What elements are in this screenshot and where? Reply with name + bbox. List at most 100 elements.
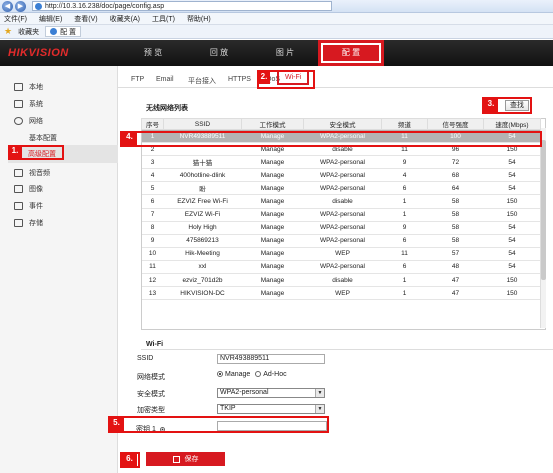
table-row[interactable]: 12 ezviz_701d2b Manage disable 1 47 150 <box>141 273 541 288</box>
cell-work-mode: Manage <box>241 208 304 222</box>
cell-signal: 58 <box>427 208 484 222</box>
save-icon <box>172 455 180 463</box>
annotation-box-4 <box>120 131 542 147</box>
table-row[interactable]: 11 xxl Manage WPA2-personal 6 48 54 <box>141 260 541 275</box>
sidebar-item-basic-config[interactable]: 基本配置 <box>29 133 57 143</box>
security-mode-label: 安全模式 <box>137 391 165 398</box>
annotation-box-6 <box>120 452 140 468</box>
cell-signal: 58 <box>427 234 484 248</box>
annotation-box-3 <box>482 97 532 114</box>
encryption-type-select[interactable]: TKIP ▼ <box>217 404 325 414</box>
cell-signal: 58 <box>427 221 484 235</box>
tab-platform-access[interactable]: 平台接入 <box>188 76 216 86</box>
cell-work-mode: Manage <box>241 247 304 261</box>
sidebar-item-system[interactable]: 系统 <box>14 99 43 109</box>
save-button[interactable]: 保存 <box>146 452 225 466</box>
browser-address-bar-row: ◀ ▶ http://10.3.16.238/doc/page/config.a… <box>0 0 553 13</box>
cell-ssid: HIKVISION-DC <box>163 286 242 301</box>
cell-security-mode: disable <box>303 194 382 209</box>
sidebar-item-network[interactable]: 网络 <box>14 116 43 126</box>
browser-tab[interactable]: 配 置 <box>45 26 82 37</box>
col-work-mode: 工作模式 <box>241 118 304 130</box>
table-row[interactable]: 5 盼 Manage WPA2-personal 6 64 54 <box>141 181 541 196</box>
security-mode-value: WPA2-personal <box>220 389 269 396</box>
table-row[interactable]: 8 Holy High Manage WPA2-personal 9 58 54 <box>141 221 541 235</box>
favorites-button[interactable]: 收藏夹 <box>18 27 39 37</box>
table-row[interactable]: 10 Hik-Meeting Manage WEP 11 57 54 <box>141 247 541 261</box>
encryption-type-label: 加密类型 <box>137 407 165 414</box>
cell-index: 5 <box>141 181 164 196</box>
sidebar-item-local[interactable]: 本地 <box>14 82 43 92</box>
ssid-input[interactable]: NVR493889511 <box>217 354 325 364</box>
sidebar-item-event[interactable]: 事件 <box>14 201 43 211</box>
table-header: 序号 SSID 工作模式 安全模式 频道 信号强度 速度(Mbps) <box>141 118 541 130</box>
cell-work-mode: Manage <box>241 221 304 235</box>
table-row[interactable]: 7 EZVIZ Wi-Fi Manage WPA2-personal 1 58 150 <box>141 208 541 222</box>
cell-signal: 47 <box>427 286 484 301</box>
cell-work-mode: Manage <box>241 168 304 183</box>
cell-index: 13 <box>141 286 164 301</box>
cell-work-mode: Manage <box>241 260 304 275</box>
menu-file[interactable]: 文件(F) <box>4 14 27 24</box>
cell-work-mode: Manage <box>241 273 304 288</box>
tab-preview[interactable]: 预 览 <box>120 40 186 66</box>
table-row[interactable]: 3 猫十猫 Manage WPA2-personal 9 72 54 <box>141 155 541 170</box>
cell-ssid: ezviz_701d2b <box>163 273 242 288</box>
table-row[interactable]: 9 475869213 Manage WPA2-personal 6 58 54 <box>141 234 541 248</box>
cell-channel: 6 <box>381 181 428 196</box>
sidebar-item-label: 系统 <box>29 101 43 108</box>
tab-email[interactable]: Email <box>156 76 174 83</box>
sidebar-item-video-audio[interactable]: 视音频 <box>14 168 50 178</box>
address-url: http://10.3.16.238/doc/page/config.asp <box>45 2 165 10</box>
table-row[interactable]: 13 HIKVISION-DC Manage WEP 1 47 150 <box>141 286 541 301</box>
cell-signal: 48 <box>427 260 484 275</box>
cell-ssid: Holy High <box>163 221 242 235</box>
cell-speed: 150 <box>483 208 541 222</box>
cell-ssid: 猫十猫 <box>163 155 242 170</box>
subtab-divider <box>118 87 553 88</box>
wifi-list-scrollbar[interactable] <box>540 128 546 328</box>
annotation-box-2 <box>257 70 315 89</box>
cell-ssid: 盼 <box>163 181 242 196</box>
tab-playback[interactable]: 回 放 <box>186 40 252 66</box>
forward-icon[interactable]: ▶ <box>15 0 26 12</box>
cell-speed: 54 <box>483 168 541 183</box>
cell-ssid: EZVIZ Wi-Fi <box>163 208 242 222</box>
security-mode-select[interactable]: WPA2-personal ▼ <box>217 388 325 398</box>
sidebar-item-image[interactable]: 图像 <box>14 184 43 194</box>
cell-index: 12 <box>141 273 164 288</box>
cell-index: 3 <box>141 155 164 170</box>
menu-help[interactable]: 帮助(H) <box>187 14 211 24</box>
scrollbar-thumb[interactable] <box>541 140 546 280</box>
sidebar: 本地 系统 网络 基本配置 高级配置 视音频 图像 事件 存储 <box>0 66 118 473</box>
menu-view[interactable]: 查看(V) <box>74 14 97 24</box>
table-row[interactable]: 6 EZVIZ Free Wi-Fi Manage disable 1 58 150 <box>141 194 541 209</box>
radio-manage[interactable] <box>217 371 223 378</box>
tab-https[interactable]: HTTPS <box>228 76 251 83</box>
network-mode-radio-group: Manage Ad-Hoc <box>217 371 287 378</box>
menu-edit[interactable]: 编辑(E) <box>39 14 62 24</box>
address-bar[interactable]: http://10.3.16.238/doc/page/config.asp <box>32 1 332 11</box>
cell-work-mode: Manage <box>241 181 304 196</box>
back-icon[interactable]: ◀ <box>2 0 13 12</box>
menu-favorites[interactable]: 收藏夹(A) <box>110 14 140 24</box>
sidebar-item-label: 视音频 <box>29 170 50 177</box>
cell-speed: 54 <box>483 234 541 248</box>
cell-speed: 150 <box>483 273 541 288</box>
menu-tools[interactable]: 工具(T) <box>152 14 175 24</box>
radio-adhoc[interactable] <box>255 371 262 378</box>
tab-configuration[interactable]: 配 置 <box>318 40 384 66</box>
sidebar-item-label: 事件 <box>29 203 43 210</box>
sidebar-item-storage[interactable]: 存储 <box>14 218 43 228</box>
tab-picture[interactable]: 图 片 <box>252 40 318 66</box>
wifi-section-title: Wi-Fi <box>146 341 164 348</box>
cell-channel: 9 <box>381 155 428 170</box>
cell-speed: 54 <box>483 221 541 235</box>
cell-index: 4 <box>141 168 164 183</box>
table-row[interactable]: 4 400hotline-dlink Manage WPA2-personal 4 68 5… <box>141 168 541 183</box>
cell-speed: 54 <box>483 181 541 196</box>
col-channel: 频道 <box>381 118 428 130</box>
tab-ftp[interactable]: FTP <box>131 76 144 83</box>
cell-ssid: Hik-Meeting <box>163 247 242 261</box>
browser-menu-bar: 文件(F) 编辑(E) 查看(V) 收藏夹(A) 工具(T) 帮助(H) <box>0 13 553 25</box>
